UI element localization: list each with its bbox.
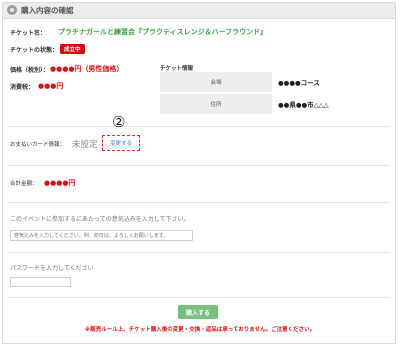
divider bbox=[8, 165, 390, 166]
info-value: ●●県●●市△△△ bbox=[278, 101, 329, 109]
ticket-status-label: チケットの状態： bbox=[10, 47, 59, 54]
ticket-info-title: チケット情報 bbox=[160, 66, 194, 72]
info-row-address: 住所 ●●県●●市△△△ bbox=[160, 94, 388, 114]
password-input[interactable] bbox=[10, 277, 71, 287]
price-value: ●●●●円（男性価格） bbox=[50, 65, 124, 73]
divider bbox=[8, 252, 390, 253]
info-row-venue: 会場 ●●●●コース bbox=[160, 72, 388, 92]
message-label: このイベントに参加するにあたっての意気込みを入力して下さい。 bbox=[10, 216, 190, 223]
payment-status: 未設定 bbox=[72, 140, 98, 150]
section-title: 購入内容の確認 bbox=[21, 6, 74, 15]
divider bbox=[8, 297, 390, 298]
change-payment-button[interactable]: 変更する bbox=[102, 135, 140, 151]
divider bbox=[8, 202, 390, 203]
info-key: 会場 bbox=[160, 72, 272, 92]
info-key: 住所 bbox=[160, 94, 272, 114]
purchase-notice: ※販売ルール上、チケット購入後の変更・交換・返品は承っておりません。ご注意くださ… bbox=[84, 327, 316, 333]
payment-label: お支払いカード情報： bbox=[10, 142, 66, 148]
total-value: ●●●●円 bbox=[44, 179, 76, 187]
password-label: パスワードを入力してください bbox=[10, 265, 94, 272]
purchase-button[interactable]: 購入する bbox=[178, 305, 218, 319]
ticket-name-label: チケット名： bbox=[10, 30, 47, 37]
section-header: 購入内容の確認 bbox=[3, 3, 395, 19]
status-badge: 成立中 bbox=[60, 44, 85, 54]
info-value: ●●●●コース bbox=[278, 79, 320, 87]
total-label: 合計金額： bbox=[10, 181, 38, 187]
location-pin-icon bbox=[7, 5, 17, 15]
price-label: 価格（税別）： bbox=[10, 67, 50, 74]
ticket-name-value: プラチナガールと練習会『プラクティスレンジ＆ハーフラウンド』 bbox=[58, 28, 268, 36]
step-annotation: ② bbox=[112, 113, 126, 131]
tax-value: ●●●円 bbox=[38, 82, 64, 90]
divider bbox=[8, 126, 390, 127]
message-input[interactable] bbox=[10, 230, 193, 241]
tax-label: 消費税： bbox=[10, 84, 35, 91]
